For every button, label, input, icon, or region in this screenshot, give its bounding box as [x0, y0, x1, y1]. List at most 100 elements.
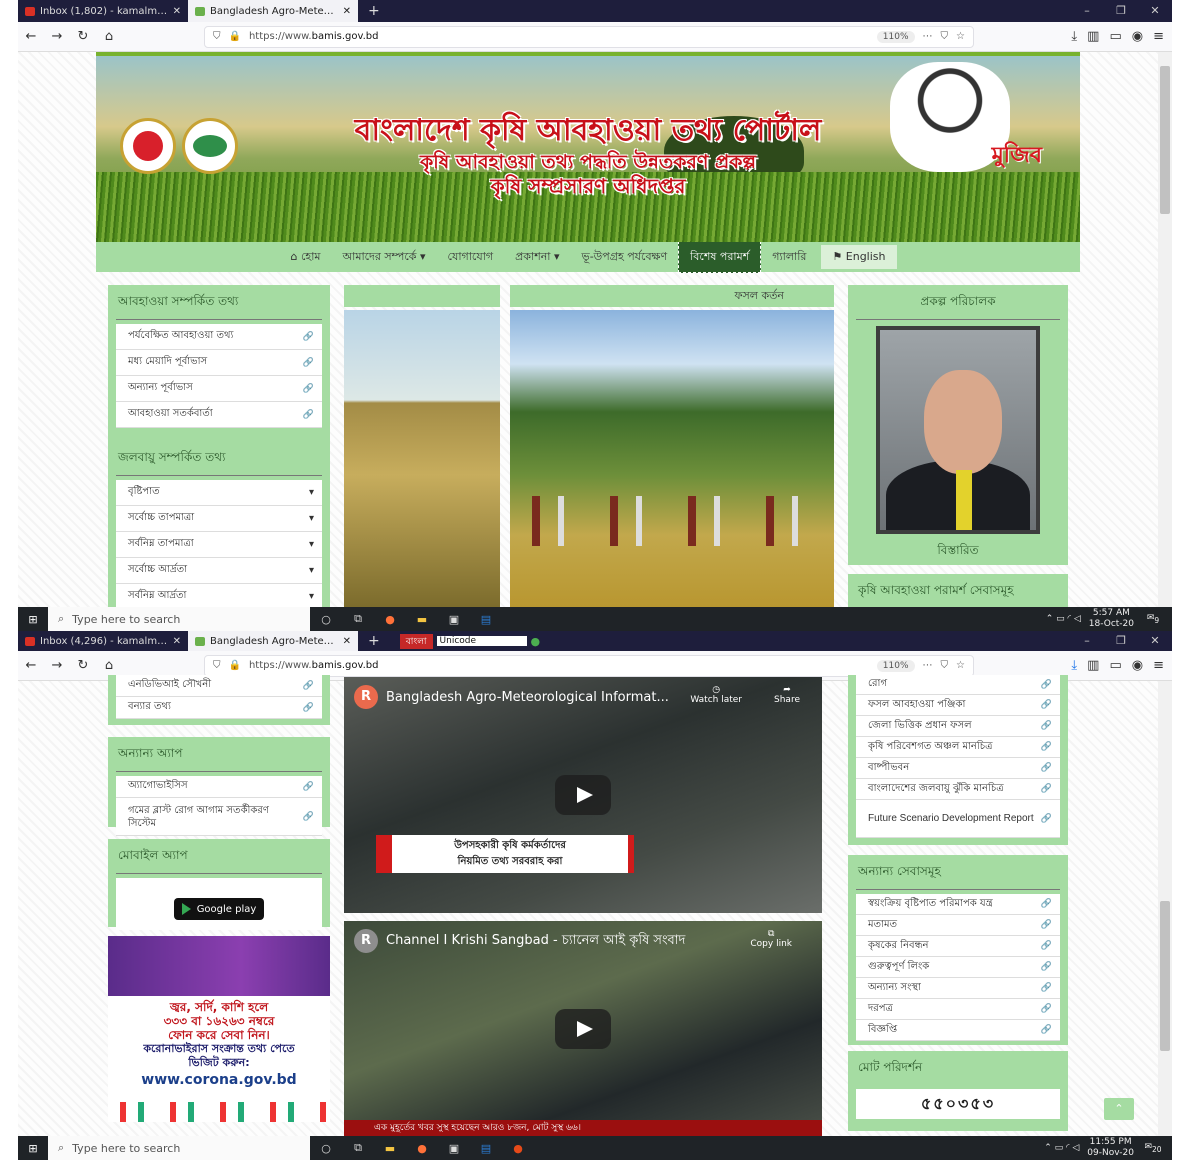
tab-bamis[interactable]: Bangladesh Agro-Meteorolog ✕: [188, 0, 358, 22]
vertical-scrollbar[interactable]: [1158, 681, 1172, 1136]
list-item[interactable]: কৃষকের নিবন্ধন 🔗: [856, 936, 1060, 957]
back-icon[interactable]: ←: [18, 29, 44, 44]
notification-icon[interactable]: ✉9: [1142, 613, 1164, 625]
scroll-thumb[interactable]: [1160, 66, 1170, 214]
menu-contact[interactable]: যোগাযোগ: [437, 242, 505, 272]
menu-special-advice[interactable]: বিশেষ পরামর্শ: [678, 241, 762, 273]
home-icon[interactable]: ⌂: [96, 29, 122, 44]
star-icon[interactable]: ☆: [956, 660, 965, 671]
share-button[interactable]: ➦ Share: [774, 685, 800, 705]
list-item[interactable]: মতামত 🔗: [856, 915, 1060, 936]
dropdown-item[interactable]: সর্বোচ্চ তাপমাত্রা ▾: [116, 506, 322, 532]
reload-icon[interactable]: ↻: [70, 29, 96, 44]
dropdown-item[interactable]: সর্বোচ্চ আর্দ্রতা ▾: [116, 558, 322, 584]
new-tab-button[interactable]: +: [358, 0, 390, 22]
tab-close-icon[interactable]: ✕: [173, 636, 181, 647]
list-item[interactable]: বাষ্পীভবন 🔗: [856, 758, 1060, 779]
windows-start-icon[interactable]: ⊞: [18, 607, 48, 631]
video-embed-2[interactable]: R Channel I Krishi Sangbad - চ্যানেল আই …: [344, 921, 822, 1136]
word-icon[interactable]: ▤: [470, 1142, 502, 1155]
list-item[interactable]: গুরুত্বপূর্ণ লিংক 🔗: [856, 957, 1060, 978]
notification-icon[interactable]: ✉20: [1142, 1142, 1164, 1154]
account-icon[interactable]: ◉: [1132, 658, 1143, 673]
zoom-level[interactable]: 110%: [876, 659, 915, 672]
tray-icons[interactable]: ⌃ ▭ ◜ ◁: [1046, 614, 1081, 624]
list-item[interactable]: বাংলাদেশের জলবায়ু ঝুঁকি মানচিত্র 🔗: [856, 779, 1060, 800]
play-button[interactable]: [555, 775, 611, 815]
restore-icon[interactable]: ❐: [1104, 0, 1138, 22]
list-item[interactable]: আবহাওয়া সতর্কবার্তা 🔗: [116, 402, 322, 428]
google-play-badge[interactable]: Google play: [174, 898, 264, 920]
details-link[interactable]: বিস্তারিত: [856, 542, 1060, 562]
more-icon[interactable]: ⋯: [923, 660, 933, 671]
menu-icon[interactable]: ≡: [1153, 658, 1164, 673]
account-icon[interactable]: ◉: [1132, 29, 1143, 44]
library-icon[interactable]: ▥: [1087, 29, 1099, 44]
tab-inbox[interactable]: Inbox (1,802) - kamalmoa@gm ✕: [18, 0, 188, 22]
list-item[interactable]: কৃষি পরিবেশগত অঞ্চল মানচিত্র 🔗: [856, 737, 1060, 758]
ime-language[interactable]: বাংলা: [399, 633, 433, 649]
tab-inbox[interactable]: Inbox (4,296) - kamalmoa@gm ✕: [18, 631, 188, 651]
menu-home[interactable]: ⌂ হোম: [279, 242, 331, 272]
list-item[interactable]: রোগ 🔗: [856, 675, 1060, 695]
download-icon[interactable]: ⤓: [1071, 658, 1077, 673]
windows-start-icon[interactable]: ⊞: [18, 1136, 48, 1160]
star-icon[interactable]: ☆: [956, 31, 965, 42]
list-item[interactable]: গমের ব্লাস্ট রোগ আগাম সতর্কীকরণ সিস্টেম 🔗: [116, 798, 322, 836]
zoom-level[interactable]: 110%: [876, 30, 915, 43]
dropdown-item[interactable]: বৃষ্টিপাত ▾: [116, 480, 322, 506]
library-icon[interactable]: ▥: [1087, 658, 1099, 673]
tab-close-icon[interactable]: ✕: [173, 6, 181, 17]
minimize-icon[interactable]: –: [1070, 0, 1104, 22]
menu-gallery[interactable]: গ্যালারি: [761, 242, 817, 272]
watch-later-button[interactable]: ◷ Watch later: [690, 685, 742, 705]
vertical-scrollbar[interactable]: [1158, 52, 1172, 607]
list-item[interactable]: বিজ্ঞপ্তি 🔗: [856, 1020, 1060, 1041]
tab-close-icon[interactable]: ✕: [343, 6, 351, 17]
menu-icon[interactable]: ≡: [1153, 29, 1164, 44]
menu-publication[interactable]: প্রকাশনা ▾: [504, 242, 570, 272]
list-item[interactable]: পর্যবেক্ষিত আবহাওয়া তথ্য 🔗: [116, 324, 322, 350]
home-icon[interactable]: ⌂: [96, 658, 122, 673]
menu-about[interactable]: আমাদের সম্পর্কে ▾: [332, 242, 437, 272]
forward-icon[interactable]: →: [44, 29, 70, 44]
ime-font-select[interactable]: Unicode: [436, 636, 527, 646]
back-to-top-button[interactable]: ⌃: [1104, 1098, 1134, 1120]
menu-satellite[interactable]: ভূ-উপগ্রহ পর্যবেক্ষণ: [571, 242, 679, 272]
list-item[interactable]: এনডিভিআই সৌখনী 🔗: [116, 675, 322, 697]
dropdown-item[interactable]: সর্বনিম্ন তাপমাত্রা ▾: [116, 532, 322, 558]
task-view-icon[interactable]: ⧉: [342, 612, 374, 626]
word-icon[interactable]: ▤: [470, 613, 502, 626]
sidebar-icon[interactable]: ▭: [1109, 658, 1121, 673]
new-tab-button[interactable]: +: [358, 631, 390, 651]
powerpoint-icon[interactable]: ●: [502, 1142, 534, 1155]
video-title[interactable]: Bangladesh Agro-Meteorological Informat.…: [386, 690, 669, 705]
taskbar-search[interactable]: ⌕ Type here to search: [48, 607, 310, 631]
list-item[interactable]: Future Scenario Development Report 🔗: [856, 800, 1060, 838]
corona-banner[interactable]: জ্বর, সর্দি, কাশি হলে ৩৩৩ বা ১৬২৬৩ নম্বর…: [108, 936, 330, 1122]
tab-close-icon[interactable]: ✕: [343, 636, 351, 647]
pocket-icon[interactable]: ⛉: [941, 31, 949, 42]
pocket-icon[interactable]: ⛉: [941, 660, 949, 671]
list-item[interactable]: জেলা ভিত্তিক প্রধান ফসল 🔗: [856, 716, 1060, 737]
video-title[interactable]: Channel I Krishi Sangbad - চ্যানেল আই কৃ…: [386, 931, 685, 952]
taskbar-search[interactable]: ⌕ Type here to search: [48, 1136, 310, 1160]
close-window-icon[interactable]: ✕: [1138, 0, 1172, 22]
clock[interactable]: 11:55 PM 09-Nov-20: [1087, 1137, 1134, 1159]
store-icon[interactable]: ▣: [438, 613, 470, 626]
reload-icon[interactable]: ↻: [70, 658, 96, 673]
menu-english[interactable]: ⚑ English: [821, 245, 897, 269]
video-embed-1[interactable]: R Bangladesh Agro-Meteorological Informa…: [344, 677, 822, 913]
file-explorer-icon[interactable]: ▬: [374, 1142, 406, 1155]
cortana-icon[interactable]: ○: [310, 1142, 342, 1155]
minimize-icon[interactable]: –: [1070, 631, 1104, 651]
more-icon[interactable]: ⋯: [923, 31, 933, 42]
download-icon[interactable]: ⤓: [1071, 29, 1077, 44]
list-item[interactable]: মধ্য মেয়াদি পূর্বাভাস 🔗: [116, 350, 322, 376]
tab-bamis[interactable]: Bangladesh Agro-Meteorolog ✕: [188, 631, 358, 651]
scroll-thumb[interactable]: [1160, 901, 1170, 1051]
url-bar[interactable]: ⛉ 🔒 https://www.bamis.gov.bd 110% ⋯ ⛉ ☆: [204, 25, 974, 48]
clock[interactable]: 5:57 AM 18-Oct-20: [1089, 608, 1134, 630]
back-icon[interactable]: ←: [18, 658, 44, 673]
task-view-icon[interactable]: ⧉: [342, 1141, 374, 1155]
